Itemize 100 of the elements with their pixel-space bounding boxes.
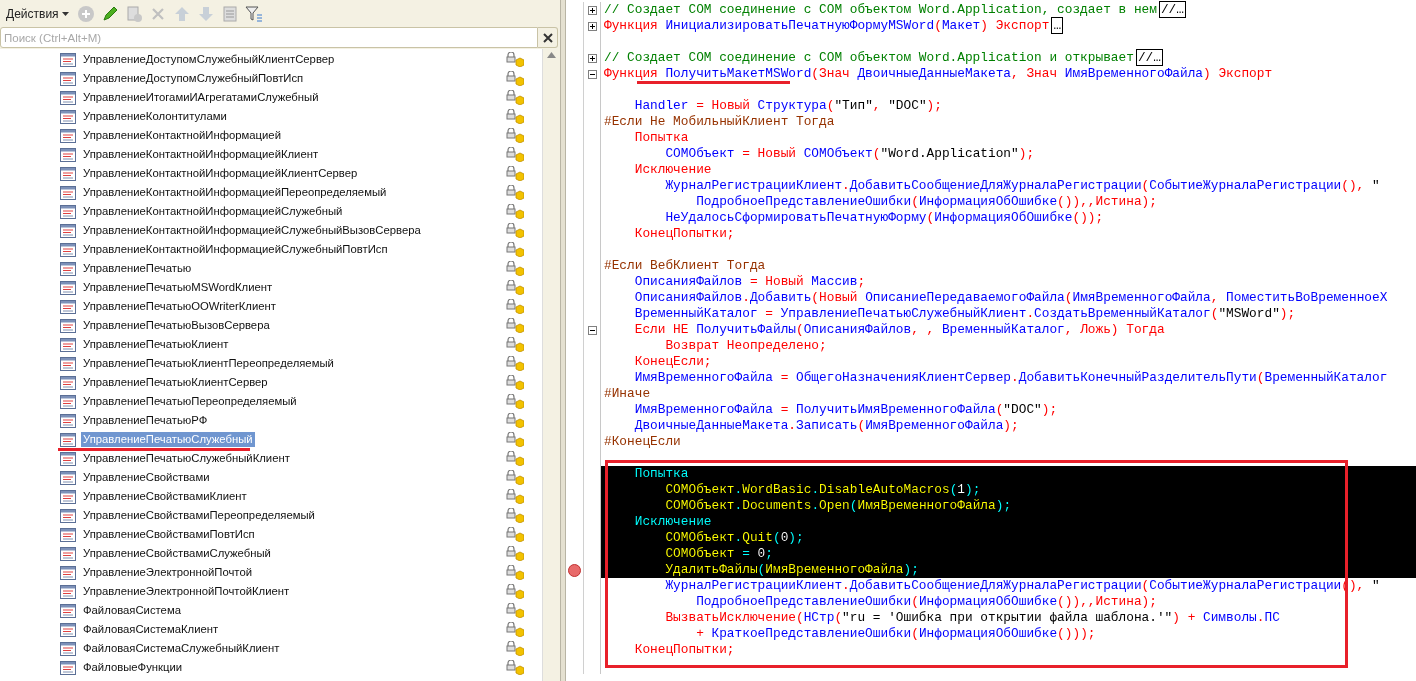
- module-item[interactable]: УправлениеДоступомСлужебныйКлиентСервер: [81, 52, 337, 67]
- lock-icon: [506, 641, 524, 656]
- module-item[interactable]: УправлениеКонтактнойИнформациейПереопределяемый: [81, 185, 389, 200]
- module-icon: [60, 489, 76, 504]
- module-item[interactable]: УправлениеЭлектроннойПочтой: [81, 565, 254, 580]
- module-item[interactable]: УправлениеПечатьюПереопределяемый: [81, 394, 299, 409]
- module-icon: [60, 432, 76, 447]
- module-icon: [60, 508, 76, 523]
- module-icon: [60, 280, 76, 295]
- module-item[interactable]: УправлениеКонтактнойИнформацией: [81, 128, 283, 143]
- module-item[interactable]: УправлениеСвойствамиПовтИсп: [81, 527, 257, 542]
- module-icon: [60, 622, 76, 637]
- lock-icon: [506, 375, 524, 390]
- module-icon: [60, 375, 76, 390]
- lock-icon: [506, 508, 524, 523]
- module-icon: [60, 52, 76, 67]
- module-item[interactable]: УправлениеКонтактнойИнформациейСлужебныйВызовСервера: [81, 223, 423, 238]
- module-icon: [60, 261, 76, 276]
- lock-icon: [506, 90, 524, 105]
- lock-icon: [506, 280, 524, 295]
- lock-icon: [506, 432, 524, 447]
- lock-icon: [506, 71, 524, 86]
- module-item[interactable]: УправлениеПечатьюMSWordКлиент: [81, 280, 275, 295]
- lock-icon: [506, 109, 524, 124]
- lock-icon: [506, 185, 524, 200]
- lock-icon: [506, 337, 524, 352]
- module-item[interactable]: УправлениеПечатьюРФ: [81, 413, 210, 428]
- lock-icon: [506, 394, 524, 409]
- module-item[interactable]: УправлениеКонтактнойИнформациейСлужебныйПовтИсп: [81, 242, 390, 257]
- module-item[interactable]: УправлениеСвойствамиКлиент: [81, 489, 249, 504]
- collapse-icon[interactable]: [587, 69, 597, 79]
- module-item[interactable]: УправлениеСвойствамиПереопределяемый: [81, 508, 317, 523]
- module-icon: [60, 90, 76, 105]
- filter-icon[interactable]: [244, 4, 263, 23]
- module-item[interactable]: ФайловыеФункции: [81, 660, 185, 675]
- lock-icon: [506, 451, 524, 466]
- lock-icon: [506, 223, 524, 238]
- search-field[interactable]: Поиск (Ctrl+Alt+M): [0, 27, 538, 48]
- module-icon: [60, 128, 76, 143]
- module-icon: [60, 527, 76, 542]
- module-icon: [60, 565, 76, 580]
- module-item[interactable]: УправлениеЭлектроннойПочтойКлиент: [81, 584, 292, 599]
- clear-button[interactable]: [538, 27, 558, 48]
- collapse-icon[interactable]: [587, 325, 597, 335]
- module-item[interactable]: УправлениеИтогамиИАгрегатамиСлужебный: [81, 90, 321, 105]
- module-icon: [60, 470, 76, 485]
- lock-icon: [506, 318, 524, 333]
- module-icon: [60, 337, 76, 352]
- module-icon: [60, 641, 76, 656]
- module-item[interactable]: УправлениеПечатьюВызовСервера: [81, 318, 272, 333]
- lock-icon: [506, 147, 524, 162]
- expand-icon[interactable]: [587, 5, 597, 15]
- lock-icon: [506, 52, 524, 67]
- module-item[interactable]: УправлениеПечатьюКлиент: [81, 337, 231, 352]
- expand-icon[interactable]: [587, 53, 597, 63]
- module-item[interactable]: ФайловаяСистема: [81, 603, 183, 618]
- module-item[interactable]: УправлениеПечатьюКлиентСервер: [81, 375, 270, 390]
- lock-icon: [506, 622, 524, 637]
- module-item[interactable]: УправлениеКонтактнойИнформациейКлиентСервер: [81, 166, 360, 181]
- lock-icon: [506, 166, 524, 181]
- expand-icon[interactable]: [587, 21, 597, 31]
- lock-icon: [506, 565, 524, 580]
- breakpoint-icon[interactable]: [568, 563, 581, 577]
- module-item[interactable]: УправлениеПечатью: [81, 261, 194, 276]
- module-item[interactable]: УправлениеПечатьюOOWriterКлиент: [81, 299, 278, 314]
- module-item[interactable]: УправлениеПечатьюКлиентПереопределяемый: [81, 356, 336, 371]
- module-item[interactable]: ФайловаяСистемаКлиент: [81, 622, 221, 637]
- pencil-icon[interactable]: [100, 4, 119, 23]
- module-icon: [60, 185, 76, 200]
- lock-icon: [506, 261, 524, 276]
- module-item[interactable]: УправлениеКонтактнойИнформациейСлужебный: [81, 204, 345, 219]
- module-icon: [60, 223, 76, 238]
- module-icon: [60, 242, 76, 257]
- actions-menu-button[interactable]: Действия: [4, 4, 71, 23]
- module-icon: [60, 413, 76, 428]
- lock-icon: [506, 603, 524, 618]
- module-item[interactable]: УправлениеПечатьюСлужебныйКлиент: [81, 451, 292, 466]
- scroll-up-icon[interactable]: [547, 52, 556, 58]
- module-item[interactable]: ФайловаяСистемаСлужебныйКлиент: [81, 641, 282, 656]
- module-icon: [60, 166, 76, 181]
- module-icon: [60, 546, 76, 561]
- module-icon: [60, 603, 76, 618]
- lock-icon: [506, 128, 524, 143]
- module-item[interactable]: УправлениеКолонтитулами: [81, 109, 229, 124]
- lock-icon: [506, 660, 524, 675]
- scrollbar[interactable]: [542, 49, 560, 681]
- module-icon: [60, 318, 76, 333]
- lock-icon: [506, 413, 524, 428]
- module-icon: [60, 71, 76, 86]
- module-item[interactable]: УправлениеСвойствами: [81, 470, 212, 485]
- module-icon: [60, 204, 76, 219]
- lock-icon: [506, 299, 524, 314]
- lock-icon: [506, 242, 524, 257]
- lock-icon: [506, 527, 524, 542]
- lock-icon: [506, 204, 524, 219]
- caret-icon: [61, 11, 69, 16]
- module-item[interactable]: УправлениеКонтактнойИнформациейКлиент: [81, 147, 321, 162]
- module-icon: [60, 356, 76, 371]
- module-item[interactable]: УправлениеДоступомСлужебныйПовтИсп: [81, 71, 306, 86]
- module-item[interactable]: УправлениеСвойствамиСлужебный: [81, 546, 273, 561]
